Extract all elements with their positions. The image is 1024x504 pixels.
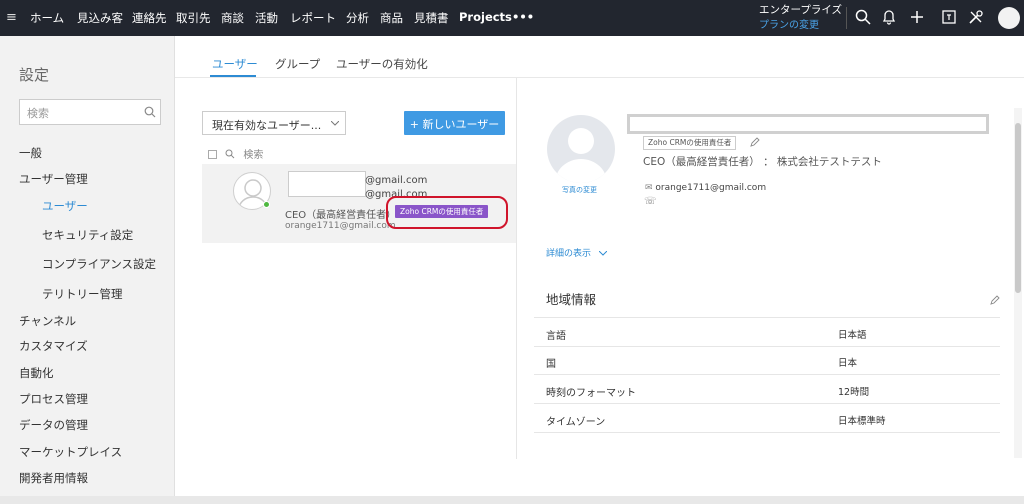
user-email-line1: @gmail.com (365, 175, 428, 186)
sidebar-item-general[interactable]: 一般 (19, 145, 42, 161)
panel-divider (516, 78, 517, 459)
tab-users[interactable]: ユーザー (212, 56, 258, 72)
search-icon (225, 149, 235, 159)
edition-info: エンタープライズ プランの変更 (759, 3, 842, 33)
sidebar-item-territory[interactable]: テリトリー管理 (42, 286, 123, 302)
redacted-name-box (288, 171, 366, 197)
tab-user-activation[interactable]: ユーザーの有効化 (336, 56, 428, 72)
redacted-name-field (627, 114, 989, 134)
plus-icon[interactable] (909, 9, 925, 25)
bottom-edge (0, 496, 1024, 504)
user-filter-value: 現在有効なユーザー... (212, 119, 322, 132)
nav-products[interactable]: 商品 (380, 10, 403, 26)
change-plan-link[interactable]: プランの変更 (759, 18, 842, 33)
show-details-label: 詳細の表示 (546, 249, 592, 259)
new-user-button[interactable]: + 新しいユーザー (404, 111, 505, 135)
sidebar-item-developer[interactable]: 開発者用情報 (19, 470, 88, 486)
person-icon (555, 128, 607, 183)
sidebar-item-users[interactable]: ユーザー (42, 198, 88, 214)
row-divider (534, 432, 1000, 433)
settings-sidebar: 設定 検索 一般 ユーザー管理 ユーザー セキュリティ設定 コンプライアンス設定… (0, 36, 175, 504)
crm-owner-chip: Zoho CRMの使用責任者 (643, 136, 737, 150)
sidebar-item-customization[interactable]: カスタマイズ (19, 338, 88, 354)
nav-projects[interactable]: Projects (459, 10, 512, 24)
sidebar-item-compliance[interactable]: コンプライアンス設定 (42, 256, 156, 272)
edit-pencil-icon[interactable] (990, 295, 1000, 305)
show-details-link[interactable]: 詳細の表示 (546, 246, 608, 259)
profile-email-row: ✉ orange1711@gmail.com (645, 183, 766, 193)
sidebar-title: 設定 (19, 66, 50, 84)
nav-accounts[interactable]: 取引先 (176, 10, 211, 26)
chevron-down-icon (331, 121, 339, 126)
user-role: CEO（最高経営責任者） (285, 210, 397, 221)
profile-email: orange1711@gmail.com (655, 183, 767, 193)
locale-label-language: 言語 (546, 331, 566, 342)
row-divider (534, 403, 1000, 404)
bell-icon[interactable] (881, 9, 897, 25)
locale-value-language: 日本語 (838, 330, 867, 341)
user-filter-dropdown[interactable]: 現在有効なユーザー... (202, 111, 346, 135)
sidebar-item-automation[interactable]: 自動化 (19, 365, 54, 381)
sidebar-item-process-management[interactable]: プロセス管理 (19, 391, 88, 407)
calendar-icon[interactable] (941, 9, 957, 25)
active-tab-indicator (210, 75, 256, 77)
list-search-label: 検索 (243, 150, 264, 161)
sidebar-item-data-administration[interactable]: データの管理 (19, 417, 88, 433)
sidebar-item-user-management[interactable]: ユーザー管理 (19, 171, 88, 187)
profile-role-company: CEO（最高経営責任者） ： 株式会社テストテスト (643, 156, 882, 168)
settings-tabs: ユーザー グループ ユーザーの有効化 (175, 36, 1024, 78)
edit-pencil-icon[interactable] (750, 137, 760, 147)
sidebar-search-placeholder: 検索 (27, 107, 49, 120)
row-divider (534, 346, 1000, 347)
search-icon[interactable] (855, 9, 871, 25)
list-search[interactable]: 検索 (208, 146, 263, 161)
nav-contacts[interactable]: 連絡先 (132, 10, 167, 26)
scrollbar-thumb[interactable] (1015, 123, 1021, 293)
new-user-button-label: + 新しいユーザー (409, 118, 500, 131)
nav-home[interactable]: ホーム (30, 10, 64, 26)
nav-analytics[interactable]: 分析 (346, 10, 369, 26)
row-divider (534, 317, 1000, 318)
sidebar-item-marketplace[interactable]: マーケットプレイス (19, 444, 122, 460)
locale-label-time-format: 時刻のフォーマット (546, 388, 636, 399)
locale-label-timezone: タイムゾーン (546, 417, 606, 428)
hamburger-menu-icon[interactable]: ≡ (6, 10, 17, 25)
phone-icon: ☏ (644, 196, 657, 207)
tab-groups[interactable]: グループ (275, 56, 320, 72)
edition-label: エンタープライズ (759, 4, 843, 16)
profile-photo[interactable] (547, 115, 615, 183)
row-divider (534, 374, 1000, 375)
locale-value-country: 日本 (838, 358, 858, 369)
user-avatar[interactable] (998, 7, 1020, 29)
select-all-checkbox[interactable] (208, 150, 217, 159)
mail-icon: ✉ (645, 183, 653, 193)
topbar-divider (846, 7, 847, 29)
nav-quotes[interactable]: 見積書 (414, 10, 449, 26)
locale-label-country: 国 (546, 359, 556, 370)
sidebar-search-input[interactable]: 検索 (19, 99, 161, 125)
locale-value-timezone: 日本標準時 (838, 416, 886, 427)
locale-value-time-format: 12時間 (838, 387, 870, 398)
change-photo-link[interactable]: 写真の変更 (562, 185, 597, 195)
nav-more-icon[interactable]: ••• (512, 10, 534, 24)
nav-leads[interactable]: 見込み客 (77, 10, 123, 26)
highlight-annotation (386, 196, 508, 229)
nav-reports[interactable]: レポート (290, 10, 336, 26)
nav-deals[interactable]: 商談 (221, 10, 244, 26)
sidebar-item-channels[interactable]: チャンネル (19, 313, 76, 329)
chevron-down-icon (598, 250, 608, 256)
nav-activities[interactable]: 活動 (255, 10, 278, 26)
active-status-dot (263, 201, 270, 208)
details-scrollbar[interactable] (1014, 108, 1022, 458)
setup-tools-icon[interactable] (968, 9, 984, 25)
user-email: orange1711@gmail.com (285, 221, 396, 231)
sidebar-item-security[interactable]: セキュリティ設定 (42, 227, 133, 243)
search-icon (144, 106, 156, 118)
top-navigation-bar: ≡ ホーム 見込み客 連絡先 取引先 商談 活動 レポート 分析 商品 見積書 … (0, 0, 1024, 36)
locale-section-title: 地域情報 (546, 292, 597, 307)
